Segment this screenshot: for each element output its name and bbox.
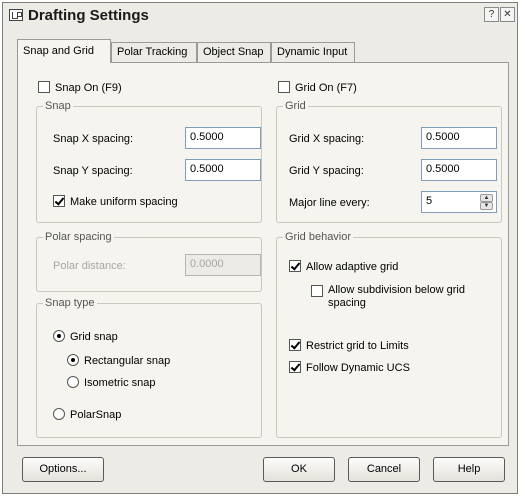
tab-object-snap[interactable]: Object Snap bbox=[197, 42, 271, 62]
allow-adaptive-grid-label: Allow adaptive grid bbox=[306, 261, 399, 273]
close-icon[interactable]: ✕ bbox=[500, 7, 515, 22]
snap-group-title: Snap bbox=[43, 100, 73, 112]
snap-x-spacing-input[interactable]: 0.5000 bbox=[185, 127, 261, 149]
polar-spacing-title: Polar spacing bbox=[43, 231, 114, 243]
polarsnap-label: PolarSnap bbox=[70, 409, 122, 421]
ok-button[interactable]: OK bbox=[263, 457, 335, 482]
allow-subdivision-checkbox[interactable]: Allow subdivision below grid spacing bbox=[311, 284, 465, 310]
allow-adaptive-grid-checkbox[interactable]: Allow adaptive grid bbox=[289, 260, 398, 273]
follow-dynamic-ucs-label: Follow Dynamic UCS bbox=[306, 362, 410, 374]
grid-y-spacing-input[interactable]: 0.5000 bbox=[421, 159, 497, 181]
spin-up-icon[interactable]: ▲ bbox=[480, 194, 493, 202]
help-button[interactable]: Help bbox=[433, 457, 505, 482]
snap-x-label: Snap X spacing: bbox=[53, 133, 134, 145]
rectangular-snap-radio-circle[interactable] bbox=[67, 354, 79, 366]
grid-on-box[interactable] bbox=[278, 81, 290, 93]
drafting-settings-dialog: Drafting Settings ? ✕ Snap and Grid Pola… bbox=[2, 2, 518, 494]
polar-spacing-group: Polar spacing Polar distance: 0.0000 bbox=[36, 231, 262, 292]
rectangular-snap-label: Rectangular snap bbox=[84, 355, 171, 367]
title-bar[interactable]: Drafting Settings ? ✕ bbox=[3, 3, 517, 29]
snap-type-group: Snap type Grid snap Rectangular snap Iso… bbox=[36, 297, 262, 438]
grid-snap-radio[interactable]: Grid snap bbox=[53, 330, 118, 343]
snap-on-box[interactable] bbox=[38, 81, 50, 93]
allow-subdivision-box[interactable] bbox=[311, 285, 323, 297]
restrict-grid-to-limits-box[interactable] bbox=[289, 339, 301, 351]
allow-subdivision-line1: Allow subdivision below grid bbox=[328, 284, 465, 296]
grid-group-title: Grid bbox=[283, 100, 308, 112]
isometric-snap-radio[interactable]: Isometric snap bbox=[67, 376, 156, 389]
major-line-label: Major line every: bbox=[289, 197, 370, 209]
allow-adaptive-grid-box[interactable] bbox=[289, 260, 301, 272]
grid-snap-label: Grid snap bbox=[70, 331, 118, 343]
restrict-grid-to-limits-checkbox[interactable]: Restrict grid to Limits bbox=[289, 339, 409, 352]
make-uniform-spacing-checkbox[interactable]: Make uniform spacing bbox=[53, 195, 178, 208]
grid-x-label: Grid X spacing: bbox=[289, 133, 365, 145]
tab-snap-and-grid[interactable]: Snap and Grid bbox=[17, 39, 111, 63]
major-line-every-input[interactable]: 5 ▲ ▼ bbox=[421, 191, 497, 213]
grid-y-label: Grid Y spacing: bbox=[289, 165, 364, 177]
grid-snap-radio-circle[interactable] bbox=[53, 330, 65, 342]
polar-distance-input: 0.0000 bbox=[185, 254, 261, 276]
allow-subdivision-label: Allow subdivision below grid spacing bbox=[328, 284, 465, 310]
restrict-grid-to-limits-label: Restrict grid to Limits bbox=[306, 340, 409, 352]
grid-on-label: Grid On (F7) bbox=[295, 82, 357, 94]
polarsnap-radio-circle[interactable] bbox=[53, 408, 65, 420]
follow-dynamic-ucs-checkbox[interactable]: Follow Dynamic UCS bbox=[289, 361, 410, 374]
dialog-title: Drafting Settings bbox=[28, 7, 149, 24]
major-line-value: 5 bbox=[426, 195, 433, 207]
snap-on-checkbox[interactable]: Snap On (F9) bbox=[38, 81, 122, 94]
rectangular-snap-radio[interactable]: Rectangular snap bbox=[67, 354, 170, 367]
help-icon[interactable]: ? bbox=[484, 7, 499, 22]
tab-polar-tracking[interactable]: Polar Tracking bbox=[111, 42, 197, 62]
snap-y-spacing-input[interactable]: 0.5000 bbox=[185, 159, 261, 181]
make-uniform-spacing-label: Make uniform spacing bbox=[70, 196, 178, 208]
isometric-snap-radio-circle[interactable] bbox=[67, 376, 79, 388]
grid-behavior-title: Grid behavior bbox=[283, 231, 354, 243]
snap-type-title: Snap type bbox=[43, 297, 97, 309]
snap-and-grid-panel: Snap On (F9) Grid On (F7) Snap Snap X sp… bbox=[17, 62, 509, 446]
make-uniform-spacing-box[interactable] bbox=[53, 195, 65, 207]
cancel-button[interactable]: Cancel bbox=[348, 457, 420, 482]
follow-dynamic-ucs-box[interactable] bbox=[289, 361, 301, 373]
snap-y-label: Snap Y spacing: bbox=[53, 165, 133, 177]
major-line-spinner[interactable]: ▲ ▼ bbox=[480, 194, 493, 210]
options-button[interactable]: Options... bbox=[22, 457, 104, 482]
grid-group: Grid Grid X spacing: 0.5000 Grid Y spaci… bbox=[276, 100, 502, 223]
tab-dynamic-input[interactable]: Dynamic Input bbox=[271, 42, 355, 62]
allow-subdivision-line2: spacing bbox=[328, 297, 366, 309]
spin-down-icon[interactable]: ▼ bbox=[480, 202, 493, 210]
polarsnap-radio[interactable]: PolarSnap bbox=[53, 408, 121, 421]
grid-x-spacing-input[interactable]: 0.5000 bbox=[421, 127, 497, 149]
isometric-snap-label: Isometric snap bbox=[84, 377, 156, 389]
grid-on-checkbox[interactable]: Grid On (F7) bbox=[278, 81, 357, 94]
polar-distance-label: Polar distance: bbox=[53, 260, 126, 272]
snap-on-label: Snap On (F9) bbox=[55, 82, 122, 94]
grid-behavior-group: Grid behavior Allow adaptive grid Allow … bbox=[276, 231, 502, 438]
snap-group: Snap Snap X spacing: 0.5000 Snap Y spaci… bbox=[36, 100, 262, 223]
app-icon bbox=[9, 9, 23, 21]
